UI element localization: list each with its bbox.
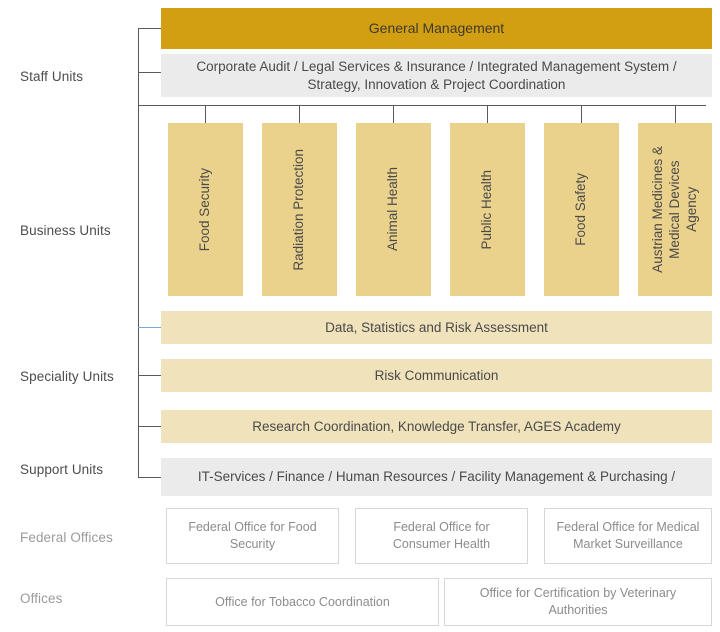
connector-stub-staff-units [138, 72, 161, 73]
connector-stub-support-units [138, 477, 161, 478]
business-unit-public-health[interactable]: Public Health [450, 123, 525, 296]
business-unit-austrian-medicines-medical-devices-agency[interactable]: Austrian Medicines & Medical Devices Age… [638, 123, 712, 296]
federal-office-medical-market-surveillance[interactable]: Federal Office for Medical Market Survei… [544, 508, 712, 564]
connector-drop-animal-health [393, 105, 394, 123]
connector-drop-food-security [205, 105, 206, 123]
federal-office-consumer-health[interactable]: Federal Office for Consumer Health [355, 508, 528, 564]
business-unit-label: Austrian Medicines & Medical Devices Age… [649, 146, 699, 273]
org-chart: Staff Units Business Units Speciality Un… [0, 0, 720, 632]
connector-stub-risk-communication [138, 375, 161, 376]
connector-stub-data-statistics [138, 327, 161, 328]
connector-bus-business-units [138, 105, 706, 106]
business-unit-food-security[interactable]: Food Security [168, 123, 243, 296]
business-unit-label: Food Safety [573, 173, 589, 246]
business-unit-radiation-protection[interactable]: Radiation Protection [262, 123, 337, 296]
office-tobacco-coordination[interactable]: Office for Tobacco Coordination [166, 578, 439, 626]
support-units-box[interactable]: IT-Services / Finance / Human Resources … [161, 458, 712, 496]
connector-spine-vertical [138, 28, 139, 478]
speciality-unit-research-coordination[interactable]: Research Coordination, Knowledge Transfe… [161, 410, 712, 443]
row-label-staff-units: Staff Units [20, 69, 84, 84]
federal-office-food-security[interactable]: Federal Office for Food Security [166, 508, 339, 564]
business-unit-food-safety[interactable]: Food Safety [544, 123, 619, 296]
business-unit-label: Food Security [197, 167, 213, 252]
connector-stub-general-management [138, 28, 161, 29]
speciality-unit-data-statistics-risk-assessment[interactable]: Data, Statistics and Risk Assessment [161, 311, 712, 344]
connector-drop-radiation-protection [299, 105, 300, 123]
row-label-support-units: Support Units [20, 462, 104, 477]
speciality-unit-risk-communication[interactable]: Risk Communication [161, 359, 712, 392]
row-label-federal-offices: Federal Offices [20, 530, 113, 545]
connector-drop-food-safety [581, 105, 582, 123]
business-unit-label: Public Health [479, 169, 495, 250]
connector-stub-research-coordination [138, 426, 161, 427]
general-management-box[interactable]: General Management [161, 8, 712, 49]
row-label-speciality-units: Speciality Units [20, 369, 114, 384]
row-label-business-units: Business Units [20, 223, 111, 238]
staff-units-box[interactable]: Corporate Audit / Legal Services & Insur… [161, 54, 712, 97]
business-unit-animal-health[interactable]: Animal Health [356, 123, 431, 296]
connector-drop-austrian-medicines [675, 105, 676, 123]
connector-drop-public-health [487, 105, 488, 123]
row-label-offices: Offices [20, 591, 63, 606]
office-certification-veterinary-authorities[interactable]: Office for Certification by Veterinary A… [444, 578, 712, 626]
business-unit-label: Radiation Protection [291, 148, 307, 271]
business-unit-label: Animal Health [385, 167, 401, 252]
